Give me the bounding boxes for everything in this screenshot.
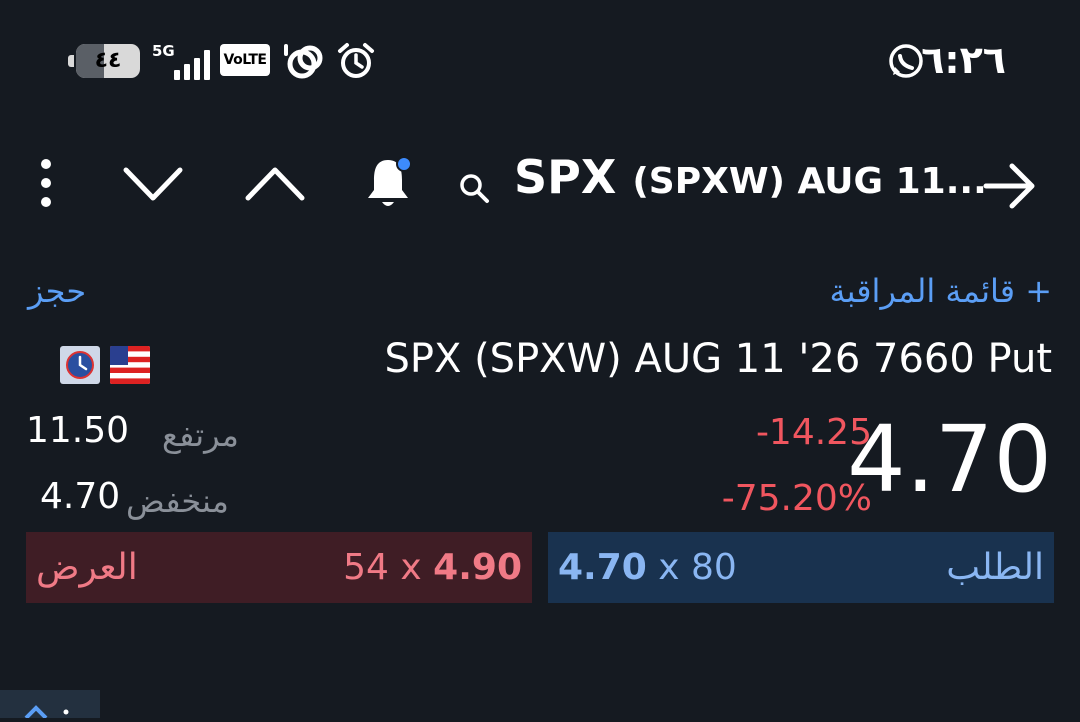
arrow-forward-icon[interactable] xyxy=(980,160,1040,212)
network-type: 5G xyxy=(152,42,175,60)
last-price: 4.70 xyxy=(847,406,1052,513)
volte-label: VoLTE xyxy=(223,52,267,68)
hotspot-icon xyxy=(280,42,326,80)
arrow-up-icon xyxy=(24,705,69,720)
status-time: ٦:٢٦ xyxy=(921,38,1006,82)
bottom-panel-tab[interactable] xyxy=(0,690,100,720)
symbol-search-field[interactable]: SPX (SPXW) AUG 11... xyxy=(514,150,987,204)
battery-icon: ٤٤ xyxy=(68,44,140,78)
high-label: مرتفع xyxy=(162,416,239,454)
symbol-detail: (SPXW) AUG 11... xyxy=(632,161,987,202)
bid-button[interactable]: 4.70 x 80 الطلب xyxy=(548,532,1054,603)
book-link[interactable]: حجز xyxy=(28,272,86,310)
bid-quote: 4.70 x 80 xyxy=(558,532,737,603)
chevron-up-icon[interactable] xyxy=(242,160,308,208)
bid-label: الطلب xyxy=(946,547,1044,588)
whatsapp-icon xyxy=(886,42,926,82)
ask-label: العرض xyxy=(36,547,138,588)
low-value: 4.70 xyxy=(40,476,121,517)
high-value: 11.50 xyxy=(26,410,130,451)
symbol-ticker: SPX xyxy=(514,150,617,204)
battery-level-text: ٤٤ xyxy=(94,48,122,73)
us-flag-icon xyxy=(110,346,150,384)
ask-quote: 54 x 4.90 xyxy=(343,532,522,603)
low-label: منخفض xyxy=(126,482,229,520)
bid-size: x 80 xyxy=(658,547,737,588)
search-icon[interactable] xyxy=(456,170,492,206)
ask-button[interactable]: العرض 54 x 4.90 xyxy=(26,532,532,603)
instrument-full-name: SPX (SPXW) AUG 11 '26 7660 Put xyxy=(384,336,1052,382)
alarm-icon xyxy=(336,42,376,80)
price-change: -14.25 xyxy=(755,412,872,453)
signal-icon: 5G xyxy=(152,42,212,80)
bid-price: 4.70 xyxy=(558,547,647,588)
add-watchlist-link[interactable]: + قائمة المراقبة xyxy=(829,272,1052,310)
price-change-percent: -75.20% xyxy=(721,478,872,519)
volte-icon: VoLTE xyxy=(220,44,270,76)
bell-icon[interactable] xyxy=(362,154,418,212)
more-vert-icon[interactable] xyxy=(28,156,64,212)
ask-price: 4.90 xyxy=(433,547,522,588)
chevron-down-icon[interactable] xyxy=(120,160,186,208)
ask-size: 54 x xyxy=(343,547,422,588)
clock-icon xyxy=(60,346,100,384)
